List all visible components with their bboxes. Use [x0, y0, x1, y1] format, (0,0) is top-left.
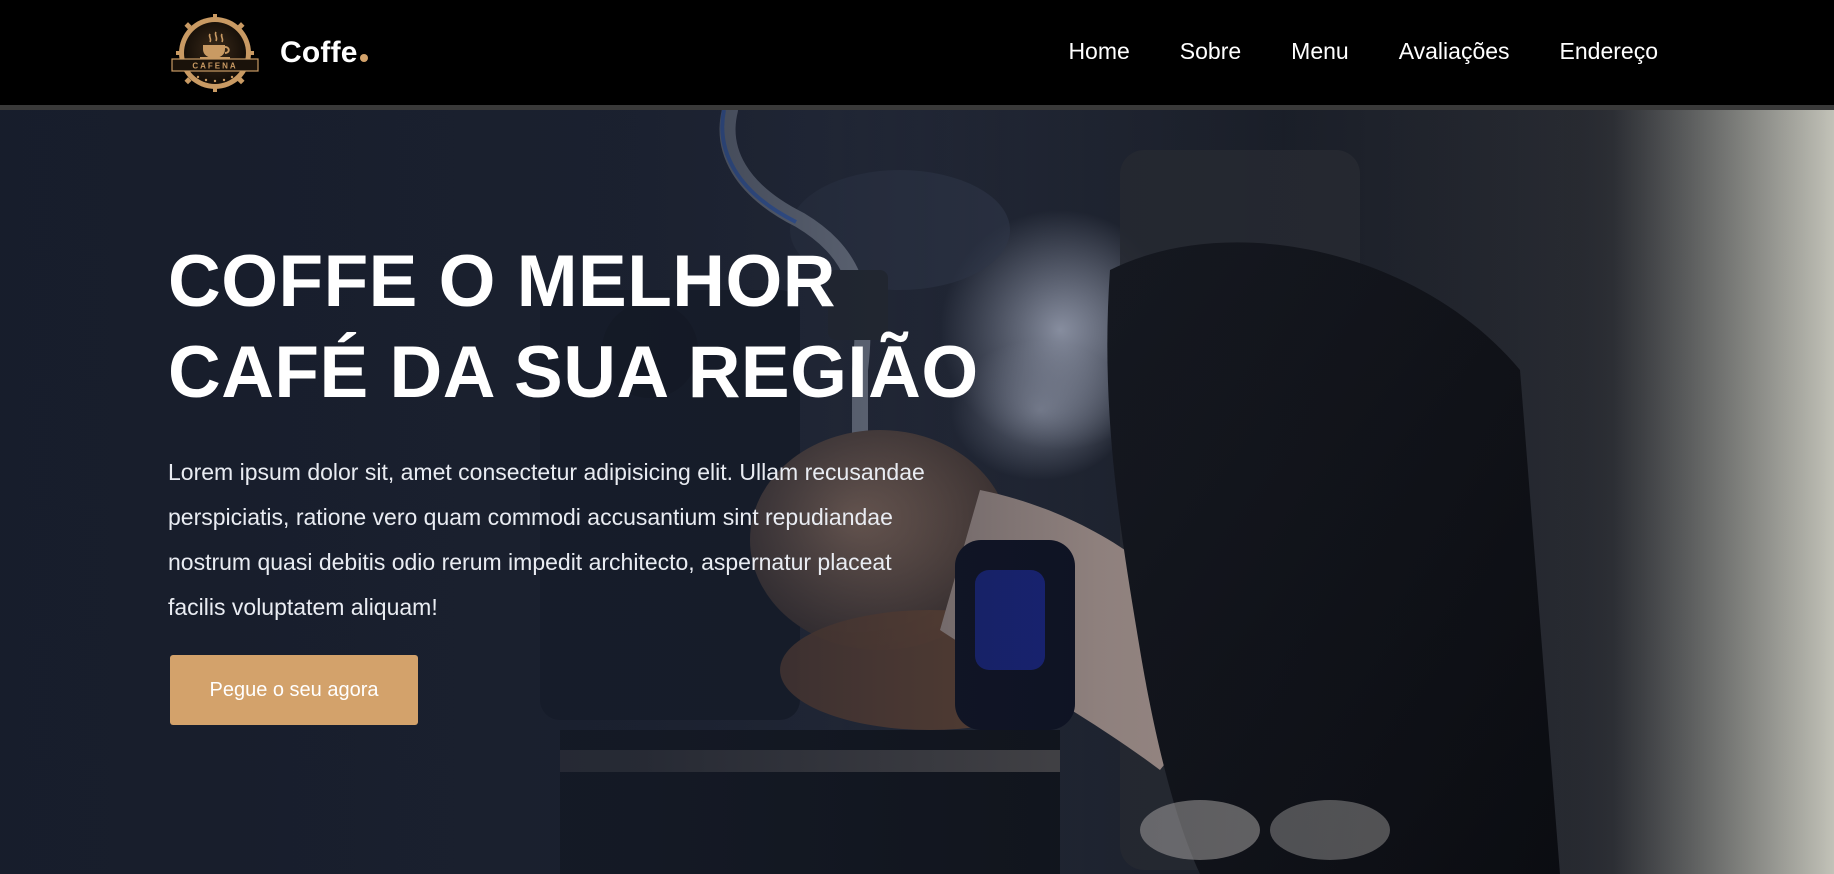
hero-description: Lorem ipsum dolor sit, amet consectetur … [168, 459, 925, 620]
main-nav: Home Sobre Menu Avaliações Endereço [1068, 38, 1658, 65]
svg-text:CAFENA: CAFENA [192, 62, 237, 71]
hero-title-line-2: CAFÉ DA SUA REGIÃO [168, 332, 979, 413]
order-now-button[interactable]: Pegue o seu agora [170, 655, 418, 725]
hero-title-line-1: COFFE O MELHOR [168, 241, 837, 322]
nav-sobre[interactable]: Sobre [1180, 38, 1241, 65]
brand-name: Coffe [280, 36, 368, 70]
site-header: CAFENA Coffe Home Sobre Menu Avaliações … [0, 0, 1834, 110]
logo[interactable]: CAFENA Coffe [168, 14, 368, 92]
hero-section: COFFE O MELHOR CAFÉ DA SUA REGIÃO Lorem … [0, 110, 1834, 874]
brand-dot [359, 54, 368, 62]
brand-text: Coffe [280, 36, 358, 69]
nav-avaliacoes[interactable]: Avaliações [1399, 38, 1510, 65]
nav-menu[interactable]: Menu [1291, 38, 1349, 65]
nav-endereco[interactable]: Endereço [1560, 38, 1658, 65]
coffee-cup-badge-icon: CAFENA [171, 14, 259, 92]
hero-title: COFFE O MELHOR CAFÉ DA SUA REGIÃO [168, 236, 1068, 418]
nav-home[interactable]: Home [1068, 38, 1129, 65]
